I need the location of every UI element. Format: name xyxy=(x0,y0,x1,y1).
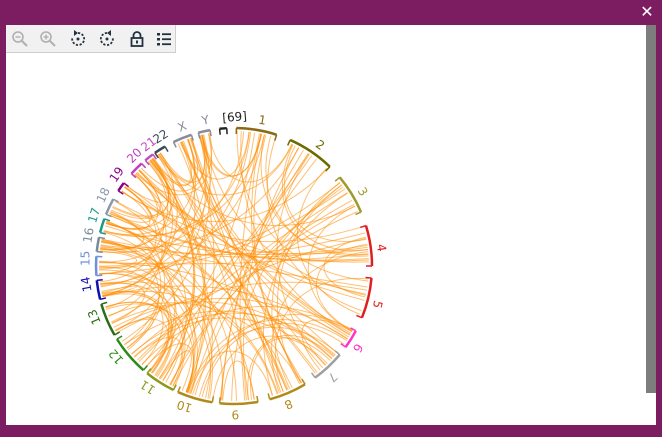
vertical-scrollbar[interactable] xyxy=(646,25,656,393)
chromosome-label: 15 xyxy=(79,251,93,266)
chromosome-tick xyxy=(218,128,221,135)
chromosome-label: 19 xyxy=(107,164,127,185)
chromosome-tick xyxy=(267,393,271,400)
link-line xyxy=(103,138,195,236)
rotate-right-icon xyxy=(99,30,114,46)
chromosome-arc-5[interactable] xyxy=(360,277,373,319)
chromosome-label: 8 xyxy=(282,396,295,412)
chromosome-label: 5 xyxy=(370,299,385,310)
chromosome-label: 7 xyxy=(325,369,340,384)
chromosome-tick xyxy=(141,162,147,169)
chromosome-tick xyxy=(164,146,169,153)
chromosome-arc-22[interactable] xyxy=(154,145,166,154)
chromosome-tick xyxy=(101,301,108,305)
chromosome-label: 18 xyxy=(94,185,113,205)
chromosome-label: 2 xyxy=(313,137,327,153)
zoom-out-icon xyxy=(12,31,28,47)
chromosome-label: 1 xyxy=(257,113,267,128)
chromosome-arc-17[interactable] xyxy=(98,218,106,233)
content-area: 1 2 3 4 5 6 7 8 9 10 11 12 13 14 15 16 17 18 19 20 21 22 X Y [69… xyxy=(6,25,656,425)
lock-button[interactable] xyxy=(127,29,147,49)
chromosome-arc-1[interactable] xyxy=(236,126,278,136)
link-line xyxy=(240,131,351,336)
chromosome-label: 16 xyxy=(80,227,96,244)
close-button[interactable]: ✕ xyxy=(638,3,656,21)
chromosome-label: 4 xyxy=(374,243,389,253)
link-line xyxy=(323,236,367,298)
zoom-out-button[interactable] xyxy=(10,29,30,49)
rotate-left-icon xyxy=(71,30,86,46)
chromosome-tick xyxy=(116,335,123,340)
chromosome-tick xyxy=(105,213,112,218)
circos-plot[interactable]: 12345678910111213141516171819202122 X Y [69… xyxy=(6,25,656,425)
chromosome-label: 6 xyxy=(350,341,366,355)
lock-icon xyxy=(130,31,144,47)
chromosome-tick xyxy=(211,396,215,403)
chromosome-label: Y xyxy=(199,112,211,128)
chromosome-arc-Y[interactable] xyxy=(197,128,211,134)
toolbar xyxy=(6,25,176,53)
chromosome-label: [69] xyxy=(222,109,248,125)
chromosome-label: X xyxy=(176,119,189,135)
chromosome-label: 13 xyxy=(85,307,104,327)
dialog-window: ✕ 1 2 3 4 5 6 7 8 9 10 11 12 13 14 15 16 17 18 19 20 21 22 X Y[… xyxy=(0,0,662,437)
chromosome-arc-19[interactable] xyxy=(117,182,125,192)
link-line xyxy=(222,360,255,401)
chromosome-label: 9 xyxy=(231,407,239,421)
list-icon xyxy=(157,33,171,46)
links-group xyxy=(98,131,369,401)
chromosome-tick xyxy=(256,395,259,403)
list-button[interactable] xyxy=(154,29,174,49)
chromosome-tick xyxy=(356,314,363,319)
chromosome-label: 10 xyxy=(175,397,194,415)
rotate-right-button[interactable] xyxy=(97,29,117,49)
chromosome-arc-9[interactable] xyxy=(219,400,259,406)
chromosome-tick xyxy=(274,134,278,141)
chromosome-tick xyxy=(365,276,372,279)
rotate-left-button[interactable] xyxy=(68,29,88,49)
chromosome-tick xyxy=(96,279,103,282)
title-bar: ✕ xyxy=(0,0,662,25)
chromosome-tick xyxy=(334,350,341,356)
chromosome-tick xyxy=(142,365,148,371)
chromosome-arc-16[interactable] xyxy=(95,237,101,252)
chromosome-arc-69[interactable] xyxy=(219,126,227,130)
chromosome-tick xyxy=(104,218,111,222)
chromosome-tick xyxy=(209,129,212,137)
chromosome-tick xyxy=(287,139,291,146)
chromosome-tick xyxy=(310,372,316,379)
zoom-in-button[interactable] xyxy=(38,29,58,49)
chromosome-tick xyxy=(360,224,367,229)
chromosome-arc-14[interactable] xyxy=(95,280,102,300)
chromosome-tick xyxy=(334,176,341,182)
chromosome-tick xyxy=(96,250,103,253)
chromosome-tick xyxy=(218,397,221,404)
chromosome-label: 17 xyxy=(85,206,103,225)
zoom-in-icon xyxy=(40,31,56,47)
chromosome-tick xyxy=(172,141,177,148)
chromosome-label: 14 xyxy=(78,276,94,293)
chromosome-label: 3 xyxy=(355,185,371,199)
